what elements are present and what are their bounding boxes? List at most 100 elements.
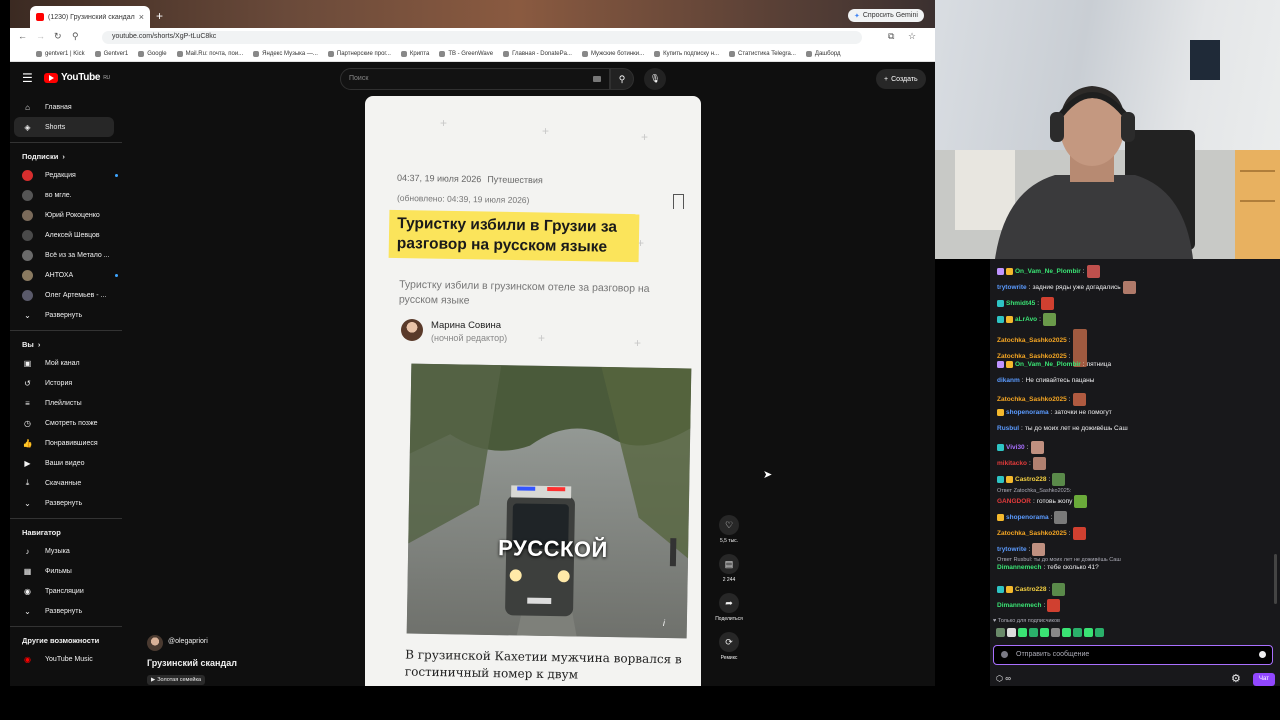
sidebar-item[interactable]: ≡ Плейлисты — [10, 393, 130, 413]
emote-icon[interactable] — [1084, 628, 1093, 637]
sidebar-item[interactable]: ⌄ Развернуть — [10, 601, 130, 621]
bookmark-item[interactable]: Mail.Ru: почта, пои... — [176, 50, 243, 57]
sidebar-item[interactable]: ⤓ Скачанные — [10, 473, 130, 493]
sidebar-section-title[interactable]: Другие возможности — [10, 627, 130, 649]
chat-username[interactable]: shopenorama — [1006, 409, 1049, 416]
emote-icon[interactable] — [1029, 628, 1038, 637]
sidebar-item[interactable]: 👍 Понравившиеся — [10, 433, 130, 453]
search-button[interactable]: ⚲ — [610, 68, 634, 90]
reload-icon[interactable]: ↻ — [54, 31, 62, 42]
chat-badge-icon[interactable] — [1001, 651, 1008, 658]
chat-username[interactable]: Zatochka_Sashko2025 — [997, 396, 1067, 403]
emote-icon[interactable] — [1062, 628, 1071, 637]
chat-username[interactable]: aLrAvo — [1015, 316, 1037, 323]
chat-settings-icon[interactable]: ⚙ — [1231, 672, 1241, 685]
chat-username[interactable]: Castro228 — [1015, 586, 1046, 593]
sidebar-item[interactable]: ◉ YouTube Music — [10, 649, 130, 669]
address-bar[interactable]: youtube.com/shorts/XgP-tLuC8kc — [102, 31, 862, 44]
chat-username[interactable]: dikanm — [997, 377, 1020, 384]
menu-icon[interactable]: ☰ — [22, 71, 33, 85]
emote-icon[interactable] — [1018, 628, 1027, 637]
bookmark-item[interactable]: Партнерские прог... — [327, 50, 391, 57]
emote-icon[interactable] — [1051, 628, 1060, 637]
sidebar-item[interactable]: ↺ История — [10, 373, 130, 393]
sidebar-item[interactable]: АНТОХА — [10, 265, 130, 285]
sidebar-item[interactable]: ♪ Музыка — [10, 541, 130, 561]
short-video-frame[interactable]: + + + + + + 04:37, 19 июля 2026 Путешеств… — [365, 96, 701, 686]
emote-icon[interactable] — [1073, 628, 1082, 637]
sidebar-item[interactable]: ◷ Смотреть позже — [10, 413, 130, 433]
close-tab-icon[interactable]: × — [139, 12, 144, 22]
search-input[interactable]: Поиск — [340, 68, 610, 90]
bookmark-item[interactable]: Мужские ботинки... — [581, 50, 644, 57]
extensions-icon[interactable]: ⧉ — [888, 31, 894, 42]
chat-username[interactable]: GANGDOR — [997, 498, 1031, 505]
create-button[interactable]: + Создать — [876, 69, 926, 89]
remix-button[interactable]: ⟳ Ремикс — [709, 632, 749, 661]
sidebar-item[interactable]: Олег Артемьев - ... — [10, 285, 130, 305]
sidebar-item[interactable]: ▣ Мой канал — [10, 353, 130, 373]
sidebar-section-title[interactable]: Вы › — [10, 331, 130, 353]
chat-username[interactable]: On_Vam_Ne_Plombir — [1015, 361, 1081, 368]
sidebar-item[interactable]: Редакция — [10, 165, 130, 185]
forward-icon[interactable]: → — [36, 31, 45, 41]
chat-username[interactable]: Dimannemech — [997, 564, 1041, 571]
chat-username[interactable]: Rusbul — [997, 425, 1019, 432]
sidebar-section-title[interactable]: Навигатор — [10, 519, 130, 541]
emote-picker-icon[interactable] — [1259, 651, 1266, 658]
music-chip[interactable]: ▶ Золотая семейка — [147, 675, 206, 685]
sidebar-item[interactable]: во мгле. — [10, 185, 130, 205]
sidebar-item[interactable]: ⌄ Развернуть — [10, 493, 130, 513]
chat-username[interactable]: Vivi30 — [1006, 444, 1025, 451]
site-info-icon[interactable]: ⚲ — [72, 31, 79, 42]
gemini-button[interactable]: ✦ Спросить Gemini — [848, 9, 924, 22]
chat-send-button[interactable]: Чат — [1253, 673, 1275, 686]
new-tab-button[interactable]: + — [156, 9, 163, 23]
back-icon[interactable]: ← — [18, 31, 27, 41]
channel-name[interactable]: @olegapriori — [168, 638, 208, 645]
sidebar-item[interactable]: Алексей Шевцов — [10, 225, 130, 245]
bookmark-item[interactable]: Купить подписку н... — [654, 50, 719, 57]
sidebar-item[interactable]: ▶ Ваши видео — [10, 453, 130, 473]
sidebar-item[interactable]: ⌄ Развернуть — [10, 305, 130, 325]
channel-avatar[interactable] — [147, 635, 163, 651]
short-title[interactable]: Грузинский скандал — [147, 658, 237, 668]
bookmark-item[interactable]: Google — [138, 50, 167, 57]
chat-username[interactable]: trytowrite — [997, 284, 1027, 291]
mic-button[interactable]: 🎙 — [644, 68, 666, 90]
chat-scrollbar[interactable] — [1274, 554, 1277, 604]
chat-input[interactable]: Отправить сообщение — [993, 645, 1273, 665]
emote-icon[interactable] — [1040, 628, 1049, 637]
chat-username[interactable]: Dimannemech — [997, 602, 1041, 609]
bookmark-star-icon[interactable]: ☆ — [908, 31, 916, 42]
like-button[interactable]: ♡ 5,5 тыс. — [709, 515, 749, 544]
chat-username[interactable]: Castro228 — [1015, 476, 1046, 483]
chat-username[interactable]: trytowrite — [997, 546, 1027, 553]
chat-username[interactable]: Zatochka_Sashko2025 — [997, 353, 1067, 360]
channel-points[interactable]: ⬡ ∞ — [996, 674, 1011, 683]
info-icon[interactable]: i — [663, 618, 665, 628]
youtube-logo[interactable]: YouTube RU — [44, 72, 110, 83]
chat-username[interactable]: shopenorama — [1006, 514, 1049, 521]
share-button[interactable]: ➦ Поделиться — [709, 593, 749, 622]
sidebar-item[interactable]: ⌂ Главная — [10, 97, 130, 117]
comments-button[interactable]: ▤ 2 244 — [709, 554, 749, 583]
sidebar-item[interactable]: ◈ Shorts — [14, 117, 114, 137]
chat-username[interactable]: Shmidt45 — [1006, 300, 1035, 307]
emote-icon[interactable] — [1007, 628, 1016, 637]
keyboard-icon[interactable] — [593, 76, 601, 82]
bookmark-item[interactable]: Статистика Telegra... — [729, 50, 796, 57]
sidebar-item[interactable]: Юрий Рокоценко — [10, 205, 130, 225]
bookmark-item[interactable]: Крипта — [400, 50, 429, 57]
bookmark-item[interactable]: Gentver1 — [94, 50, 128, 57]
emote-icon[interactable] — [996, 628, 1005, 637]
emote-icon[interactable] — [1095, 628, 1104, 637]
chat-username[interactable]: On_Vam_Ne_Plombir — [1015, 268, 1081, 275]
chat-username[interactable]: Zatochka_Sashko2025 — [997, 337, 1067, 344]
bookmark-item[interactable]: TB - GreenWave — [439, 50, 493, 57]
chat-username[interactable]: Zatochka_Sashko2025 — [997, 530, 1067, 537]
sidebar-section-title[interactable]: Подписки › — [10, 143, 130, 165]
bookmark-item[interactable]: gentver1 | Kick — [36, 50, 85, 57]
bookmark-item[interactable]: Дашборд — [805, 50, 841, 57]
browser-tab[interactable]: (1230) Грузинский скандал × — [30, 6, 150, 28]
